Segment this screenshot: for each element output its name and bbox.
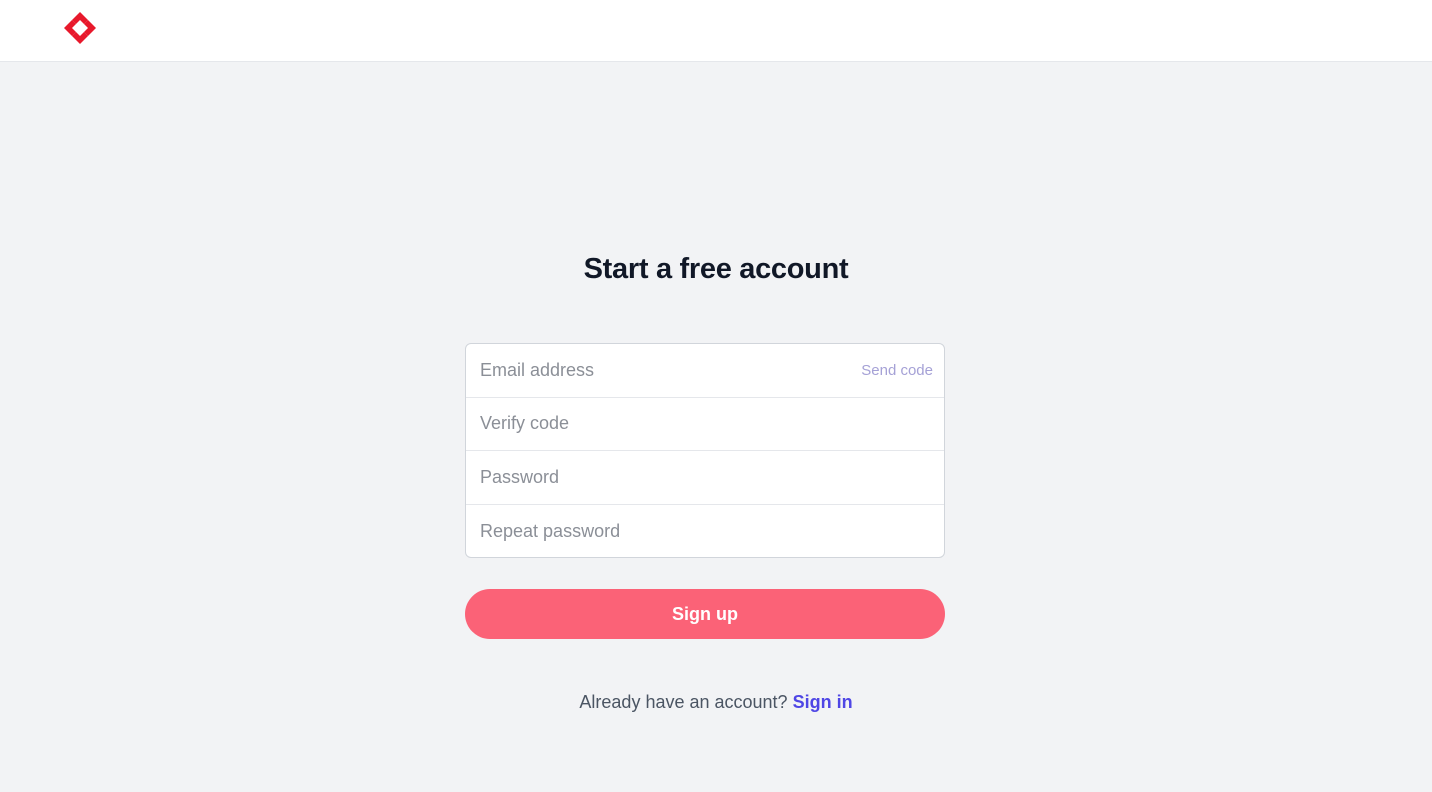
verify-code-field-row (466, 397, 944, 451)
signup-form: Send code (465, 343, 945, 558)
repeat-password-input[interactable] (466, 504, 944, 557)
top-bar (0, 0, 1432, 62)
page-title: Start a free account (583, 253, 849, 285)
password-field-row (466, 451, 944, 505)
email-field-row: Send code (466, 344, 944, 398)
verify-code-input[interactable] (466, 397, 944, 450)
repeat-password-field-row (466, 504, 944, 557)
password-input[interactable] (466, 451, 944, 504)
sign-in-prompt-text: Already have an account? (579, 692, 788, 712)
sign-in-link[interactable]: Sign in (793, 692, 853, 712)
logo-icon[interactable] (63, 11, 97, 45)
sign-up-button[interactable]: Sign up (465, 589, 945, 639)
send-code-button[interactable]: Send code (861, 362, 933, 379)
sign-in-prompt: Already have an account? Sign in (0, 692, 1432, 713)
